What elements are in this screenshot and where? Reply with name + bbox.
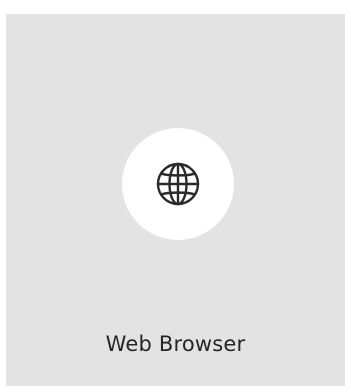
web-browser-tile[interactable]: Web Browser	[6, 14, 345, 386]
globe-icon	[156, 162, 200, 206]
app-icon-circle	[122, 128, 234, 240]
app-tile-label: Web Browser	[105, 332, 246, 356]
